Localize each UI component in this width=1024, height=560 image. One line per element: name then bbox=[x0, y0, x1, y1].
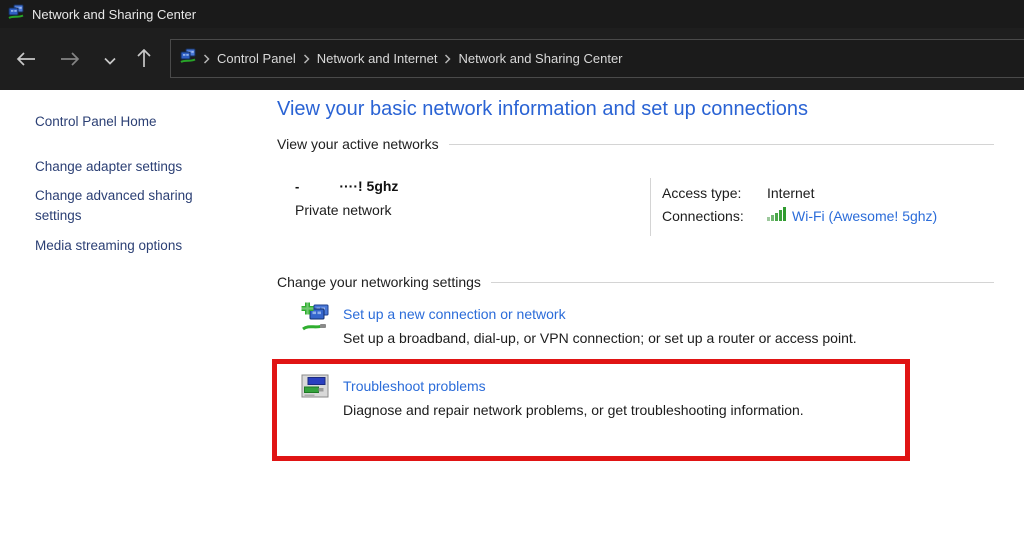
active-network-name: - ····! 5ghz bbox=[295, 178, 398, 194]
access-type-value: Internet bbox=[767, 182, 814, 205]
navigation-bar: Control Panel Network and Internet Netwo… bbox=[0, 28, 1024, 90]
wifi-connection-link[interactable]: Wi-Fi (Awesome! 5ghz) bbox=[767, 205, 937, 228]
network-details: Access type: Internet Connections: bbox=[662, 182, 937, 228]
chevron-right-icon[interactable] bbox=[444, 54, 451, 64]
arrow-up-icon bbox=[137, 49, 151, 71]
forward-button[interactable] bbox=[57, 48, 83, 72]
sidebar-item-change-advanced-sharing-settings[interactable]: Change advanced sharing settings bbox=[35, 186, 220, 226]
networking-settings-section-header: Change your networking settings bbox=[277, 274, 994, 290]
page-title: View your basic network information and … bbox=[277, 98, 808, 121]
section-divider bbox=[449, 144, 994, 145]
troubleshoot-problems-description: Diagnose and repair network problems, or… bbox=[343, 402, 943, 418]
connections-label: Connections: bbox=[662, 205, 767, 228]
title-bar: Network and Sharing Center bbox=[0, 0, 1024, 28]
network-center-icon bbox=[180, 48, 196, 69]
back-button[interactable] bbox=[13, 48, 39, 72]
access-type-row: Access type: Internet bbox=[662, 182, 937, 205]
network-name: ····! 5ghz bbox=[339, 178, 398, 194]
arrow-left-icon bbox=[16, 52, 36, 69]
access-type-label: Access type: bbox=[662, 182, 767, 205]
window-title: Network and Sharing Center bbox=[32, 7, 196, 22]
chevron-right-icon[interactable] bbox=[203, 54, 210, 64]
chevron-down-icon bbox=[104, 53, 116, 68]
new-connection-icon bbox=[301, 302, 331, 334]
up-button[interactable] bbox=[131, 48, 157, 72]
breadcrumb-control-panel[interactable]: Control Panel bbox=[217, 51, 296, 66]
troubleshoot-problems-link[interactable]: Troubleshoot problems bbox=[343, 378, 943, 394]
network-sharing-center-window: Network and Sharing Center bbox=[0, 0, 1024, 560]
network-info-divider bbox=[650, 178, 651, 236]
sidebar-item-control-panel-home[interactable]: Control Panel Home bbox=[35, 112, 157, 132]
active-networks-section-header: View your active networks bbox=[277, 136, 994, 152]
connections-row: Connections: Wi-Fi (Awesome! 5ghz) bbox=[662, 205, 937, 228]
arrow-right-icon bbox=[60, 52, 80, 69]
set-up-new-connection-link[interactable]: Set up a new connection or network bbox=[343, 306, 943, 322]
troubleshoot-icon bbox=[301, 374, 331, 406]
address-bar[interactable]: Control Panel Network and Internet Netwo… bbox=[170, 39, 1024, 78]
sidebar-item-media-streaming-options[interactable]: Media streaming options bbox=[35, 236, 182, 256]
chevron-right-icon[interactable] bbox=[303, 54, 310, 64]
content-area: Control Panel Home Change adapter settin… bbox=[0, 90, 1024, 560]
wifi-signal-icon bbox=[767, 205, 787, 228]
connection-link-label: Wi-Fi (Awesome! 5ghz) bbox=[792, 205, 937, 228]
section-label: Change your networking settings bbox=[277, 274, 481, 290]
network-name-prefix: - bbox=[295, 179, 299, 194]
recent-pages-button[interactable] bbox=[97, 48, 123, 72]
section-divider bbox=[491, 282, 994, 283]
network-profile: Private network bbox=[295, 202, 391, 218]
set-up-new-connection-description: Set up a broadband, dial-up, or VPN conn… bbox=[343, 330, 943, 346]
breadcrumb-network-and-internet[interactable]: Network and Internet bbox=[317, 51, 438, 66]
section-label: View your active networks bbox=[277, 136, 439, 152]
sidebar-item-change-adapter-settings[interactable]: Change adapter settings bbox=[35, 157, 182, 177]
network-center-icon bbox=[8, 4, 24, 25]
breadcrumb-network-and-sharing-center[interactable]: Network and Sharing Center bbox=[458, 51, 622, 66]
